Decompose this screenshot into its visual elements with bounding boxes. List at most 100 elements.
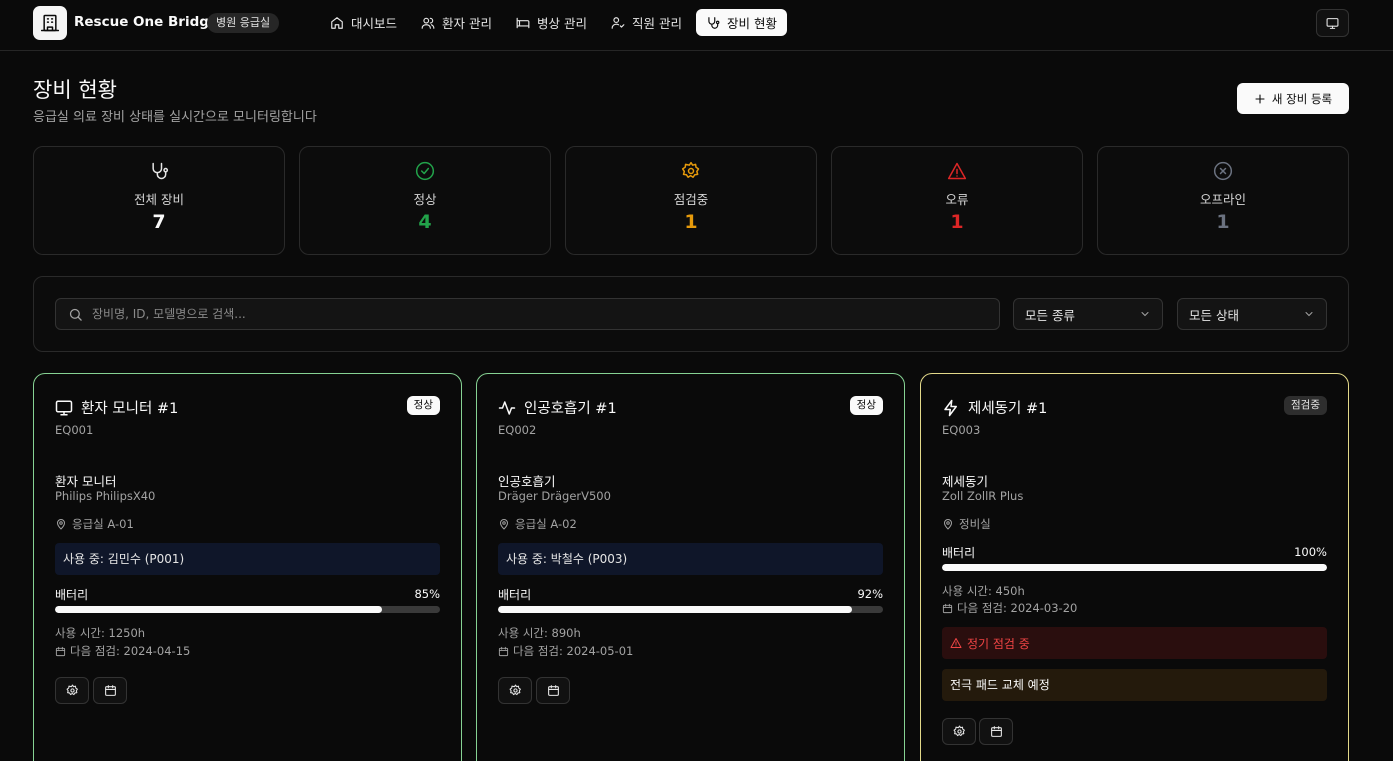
stethoscope-icon xyxy=(708,16,720,29)
equipment-id: EQ002 xyxy=(498,423,537,437)
next-check-text: 다음 점검: 2024-03-20 xyxy=(957,601,1078,615)
stat-offline: 오프라인 1 xyxy=(1097,146,1349,255)
stat-total: 전체 장비 7 xyxy=(33,146,285,255)
type-select-value: 모든 종류 xyxy=(1025,307,1075,323)
stat-label: 정상 xyxy=(413,192,437,207)
settings-button[interactable] xyxy=(55,677,89,704)
add-equipment-button[interactable]: 새 장비 등록 xyxy=(1237,83,1349,114)
nav-staff[interactable]: 직원 관리 xyxy=(601,9,692,36)
nav-beds[interactable]: 병상 관리 xyxy=(506,9,597,36)
map-pin-icon xyxy=(944,519,952,530)
hospital-logo-icon[interactable] xyxy=(33,6,67,40)
usage-hours: 사용 시간: 890h xyxy=(498,626,581,640)
monitor-icon xyxy=(1326,17,1339,29)
next-check: 다음 점검: 2024-03-20 xyxy=(942,600,1077,616)
bed-icon xyxy=(516,17,530,28)
status-badge: 정상 xyxy=(406,396,440,415)
stethoscope-icon xyxy=(152,162,169,180)
calendar-icon xyxy=(104,685,116,696)
calendar-icon xyxy=(547,685,559,696)
battery-bar xyxy=(55,606,440,613)
equipment-name: 인공호흡기 #1 xyxy=(524,401,617,417)
equipment-location: 응급실 A-01 xyxy=(55,516,134,532)
nav-equipment[interactable]: 장비 현황 xyxy=(695,9,787,36)
calendar-icon xyxy=(990,726,1002,737)
battery-bar xyxy=(498,606,883,613)
status-select-value: 모든 상태 xyxy=(1189,307,1239,323)
equipment-location: 정비실 xyxy=(942,516,991,532)
stat-error: 오류 1 xyxy=(831,146,1083,255)
settings-button[interactable] xyxy=(498,677,532,704)
type-select[interactable]: 모든 종류 xyxy=(1013,298,1163,330)
battery-fill xyxy=(498,606,853,613)
battery-percent: 92% xyxy=(857,587,883,601)
stat-label: 전체 장비 xyxy=(134,192,184,207)
battery-label: 배터리 xyxy=(55,588,89,602)
check-circle-icon xyxy=(415,161,435,181)
equipment-model: Zoll ZollR Plus xyxy=(942,489,1024,503)
equipment-model: Dräger DrägerV500 xyxy=(498,489,611,503)
battery-percent: 85% xyxy=(414,587,440,601)
battery-bar xyxy=(942,564,1327,571)
battery-percent: 100% xyxy=(1294,545,1327,559)
user-check-icon xyxy=(611,16,625,29)
search-box[interactable] xyxy=(55,298,1000,330)
nav-patients[interactable]: 환자 관리 xyxy=(411,9,502,36)
in-use-banner: 사용 중: 박철수 (P003) xyxy=(498,543,883,575)
display-mode-button[interactable] xyxy=(1316,9,1349,37)
search-input[interactable] xyxy=(92,307,942,321)
next-check: 다음 점검: 2024-04-15 xyxy=(55,643,190,659)
main-nav: 대시보드 환자 관리 병상 관리 직원 관리 장비 현황 xyxy=(320,9,787,36)
location-text: 응급실 A-01 xyxy=(72,517,134,531)
gear-icon xyxy=(953,725,965,737)
nav-dashboard[interactable]: 대시보드 xyxy=(320,9,407,36)
equipment-card[interactable]: 인공호흡기 #1 정상 EQ002 인공호흡기 Dräger DrägerV50… xyxy=(476,373,905,761)
stat-value: 1 xyxy=(950,211,964,233)
next-check-text: 다음 점검: 2024-04-15 xyxy=(70,644,191,658)
next-check: 다음 점검: 2024-05-01 xyxy=(498,643,633,659)
battery-label: 배터리 xyxy=(942,546,976,560)
warning-icon xyxy=(947,162,967,180)
stat-maintenance: 점검중 1 xyxy=(565,146,817,255)
stat-value: 1 xyxy=(684,211,698,233)
schedule-button[interactable] xyxy=(979,718,1013,745)
filter-panel: 모든 종류 모든 상태 xyxy=(33,276,1349,352)
schedule-button[interactable] xyxy=(93,677,127,704)
nav-label: 병상 관리 xyxy=(537,16,587,31)
nav-label: 장비 현황 xyxy=(726,16,777,31)
equipment-type: 인공호흡기 xyxy=(498,474,556,489)
users-icon xyxy=(421,17,435,29)
stat-label: 오류 xyxy=(945,192,969,207)
in-use-banner: 사용 중: 김민수 (P001) xyxy=(55,543,440,575)
stat-label: 오프라인 xyxy=(1199,192,1246,207)
location-text: 응급실 A-02 xyxy=(515,517,577,531)
stat-normal: 정상 4 xyxy=(299,146,551,255)
top-header: Rescue One Bridge 병원 응급실 대시보드 환자 관리 병상 관… xyxy=(0,0,1393,51)
x-circle-icon xyxy=(1213,161,1233,181)
nav-label: 직원 관리 xyxy=(631,16,682,31)
status-select[interactable]: 모든 상태 xyxy=(1177,298,1327,330)
equipment-card[interactable]: 제세동기 #1 점검중 EQ003 제세동기 Zoll ZollR Plus 정… xyxy=(920,373,1349,761)
card-title: 환자 모니터 #1 xyxy=(55,397,178,418)
location-text: 정비실 xyxy=(959,517,991,531)
gear-icon xyxy=(509,684,521,696)
schedule-button[interactable] xyxy=(536,677,570,704)
equipment-type: 환자 모니터 xyxy=(55,474,117,489)
chevron-down-icon xyxy=(1141,312,1149,317)
settings-button[interactable] xyxy=(942,718,976,745)
battery-label: 배터리 xyxy=(498,588,532,602)
equipment-id: EQ003 xyxy=(942,423,981,437)
page-subtitle: 응급실 의료 장비 상태를 실시간으로 모니터링합니다 xyxy=(33,110,317,125)
maintenance-alert: 정기 점검 중 xyxy=(942,627,1327,659)
card-title: 제세동기 #1 xyxy=(942,397,1047,418)
add-equipment-label: 새 장비 등록 xyxy=(1271,91,1333,106)
stat-value: 4 xyxy=(418,211,432,233)
equipment-card[interactable]: 환자 모니터 #1 정상 EQ001 환자 모니터 Philips Philip… xyxy=(33,373,462,761)
map-pin-icon xyxy=(500,519,508,530)
nav-label: 대시보드 xyxy=(351,16,398,31)
equipment-id: EQ001 xyxy=(55,423,94,437)
calendar-icon xyxy=(942,603,953,613)
stat-value: 1 xyxy=(1216,211,1230,233)
alert-text: 정기 점검 중 xyxy=(967,636,1030,651)
card-title: 인공호흡기 #1 xyxy=(498,397,617,418)
